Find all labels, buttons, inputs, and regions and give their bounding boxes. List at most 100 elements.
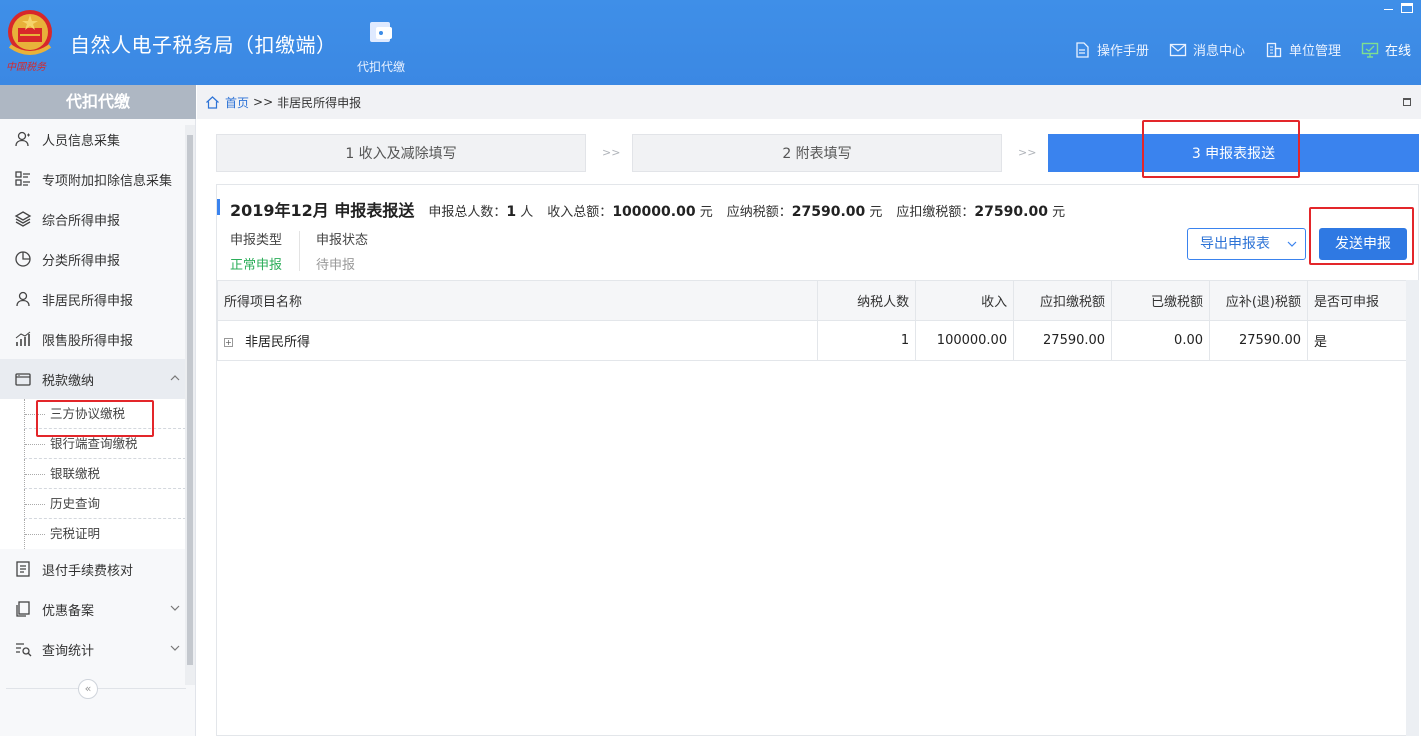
sidebar-item-special-deduction[interactable]: 专项附加扣除信息采集 bbox=[0, 159, 186, 199]
report-type-value: 正常申报 bbox=[230, 258, 283, 273]
sidebar-subitem-label: 历史查询 bbox=[50, 496, 101, 511]
person-icon bbox=[15, 131, 30, 147]
sidebar-subitem-label: 银行端查询缴税 bbox=[50, 436, 138, 451]
bar-chart-icon bbox=[15, 331, 31, 346]
table-row[interactable]: + 非居民所得 1 100000.00 27590.00 0.00 27590.0… bbox=[216, 320, 1408, 361]
step-arrow: >> bbox=[1018, 146, 1037, 159]
chevron-up-icon bbox=[170, 375, 180, 381]
online-status[interactable]: 在线 bbox=[1361, 40, 1411, 59]
maximize-panel-icon[interactable] bbox=[1403, 98, 1411, 106]
tax-withheld-unit: 元 bbox=[1052, 205, 1066, 220]
sidebar-item-label: 综合所得申报 bbox=[42, 213, 121, 229]
manual-icon bbox=[1076, 41, 1089, 58]
total-people-label: 申报总人数： bbox=[428, 205, 507, 220]
sidebar-item-tax-payment[interactable]: 税款缴纳 bbox=[0, 359, 186, 399]
table-cell: + 非居民所得 bbox=[216, 320, 819, 361]
mail-icon bbox=[1169, 43, 1187, 56]
tax-payable-unit: 元 bbox=[869, 205, 883, 220]
sidebar-item-classified-income[interactable]: 分类所得申报 bbox=[0, 239, 186, 279]
message-center-label: 消息中心 bbox=[1192, 44, 1245, 59]
send-report-button[interactable]: 发送申报 bbox=[1319, 228, 1407, 260]
sidebar-subitem-unionpay-payment[interactable]: 银联缴税 bbox=[0, 459, 186, 489]
person-icon bbox=[16, 291, 30, 307]
copy-icon bbox=[16, 601, 30, 617]
sidebar-item-label: 分类所得申报 bbox=[42, 253, 121, 269]
sidebar-subitem-tripartite-payment[interactable]: 三方协议缴税 bbox=[0, 399, 186, 429]
income-item-name: 非居民所得 bbox=[245, 335, 311, 350]
document-icon bbox=[16, 561, 30, 577]
sidebar-item-label: 查询统计 bbox=[42, 643, 95, 659]
sidebar-scrollbar[interactable] bbox=[185, 125, 195, 685]
chevron-down-icon bbox=[170, 645, 180, 651]
tax-payable-value: 27590.00 bbox=[791, 204, 866, 220]
table-cell: 1 bbox=[817, 320, 917, 361]
sidebar-subitem-bank-query-payment[interactable]: 银行端查询缴税 bbox=[0, 429, 186, 459]
column-header[interactable]: 所得项目名称 bbox=[216, 280, 819, 321]
building-icon bbox=[1266, 42, 1282, 57]
income-value: 100000.00 bbox=[612, 204, 696, 220]
table-cell: 27590.00 bbox=[1013, 320, 1113, 361]
collapse-sidebar-button[interactable]: « bbox=[78, 679, 98, 699]
column-header[interactable]: 应补(退)税额 bbox=[1209, 280, 1308, 321]
unit-management-link[interactable]: 单位管理 bbox=[1265, 40, 1341, 59]
column-header[interactable]: 是否可申报 bbox=[1306, 280, 1408, 321]
report-table: 所得项目名称 纳税人数 收入 应扣缴税额 已缴税额 应补(退)税额 是否可申报 … bbox=[216, 280, 1408, 361]
pie-icon bbox=[15, 251, 31, 267]
sidebar-item-label: 人员信息采集 bbox=[42, 133, 121, 149]
column-header[interactable]: 应扣缴税额 bbox=[1013, 280, 1113, 321]
report-panel: 2019年12月 申报表报送 申报总人数：1 人 收入总额：100000.00 … bbox=[216, 184, 1419, 736]
search-list-icon bbox=[16, 643, 32, 657]
breadcrumb: 首页 >> 非居民所得申报 bbox=[197, 85, 1421, 119]
message-center-link[interactable]: 消息中心 bbox=[1169, 40, 1245, 59]
step-submit-report[interactable]: 3 申报表报送 bbox=[1048, 134, 1419, 172]
expand-row-toggle[interactable]: + bbox=[224, 338, 233, 347]
sidebar-item-restricted-stock[interactable]: 限售股所得申报 bbox=[0, 319, 186, 359]
wallet-icon bbox=[370, 22, 392, 42]
sidebar-item-query-statistics[interactable]: 查询统计 bbox=[0, 629, 186, 669]
sidebar-item-person-info[interactable]: 人员信息采集 bbox=[0, 119, 186, 159]
sidebar-item-label: 税款缴纳 bbox=[42, 373, 95, 389]
sidebar-item-label: 限售股所得申报 bbox=[42, 333, 134, 349]
report-summary: 2019年12月 申报表报送 申报总人数：1 人 收入总额：100000.00 … bbox=[217, 197, 1066, 220]
sidebar: 代扣代缴 人员信息采集 专项附加扣除信息采集 综合所得申报 分类所得申报 非居民… bbox=[0, 85, 196, 736]
table-cell: 100000.00 bbox=[915, 320, 1015, 361]
total-people-value: 1 bbox=[506, 204, 517, 220]
monitor-icon bbox=[1361, 42, 1379, 58]
column-header[interactable]: 已缴税额 bbox=[1111, 280, 1210, 321]
maximize-button[interactable] bbox=[1401, 3, 1413, 13]
income-unit: 元 bbox=[699, 205, 713, 220]
sidebar-subitem-history-query[interactable]: 历史查询 bbox=[0, 489, 186, 519]
column-header[interactable]: 收入 bbox=[915, 280, 1015, 321]
sidebar-item-label: 专项附加扣除信息采集 bbox=[42, 173, 173, 189]
step-attachment[interactable]: 2 附表填写 bbox=[632, 134, 1002, 172]
manual-link[interactable]: 操作手册 bbox=[1073, 40, 1149, 59]
title-accent-bar bbox=[217, 199, 220, 215]
chevron-down-icon bbox=[170, 605, 180, 611]
breadcrumb-home-link[interactable]: 首页 bbox=[225, 94, 249, 111]
sidebar-item-nonresident-income[interactable]: 非居民所得申报 bbox=[0, 279, 186, 319]
table-cell: 是 bbox=[1306, 320, 1408, 361]
sidebar-item-label: 优惠备案 bbox=[42, 603, 95, 619]
step-income-deduction[interactable]: 1 收入及减除填写 bbox=[216, 134, 586, 172]
table-scrollbar[interactable] bbox=[1406, 280, 1419, 736]
top-nav-withholding[interactable]: 代扣代缴 bbox=[350, 18, 412, 78]
report-title: 2019年12月 申报表报送 bbox=[230, 201, 415, 220]
report-type-label: 申报类型 bbox=[230, 233, 283, 248]
sidebar-subitem-label: 完税证明 bbox=[50, 526, 101, 541]
export-report-label: 导出申报表 bbox=[1200, 236, 1270, 252]
home-icon bbox=[206, 95, 219, 109]
export-report-button[interactable]: 导出申报表 bbox=[1187, 228, 1306, 260]
scrollbar-thumb[interactable] bbox=[187, 135, 193, 665]
sidebar-item-preference-filing[interactable]: 优惠备案 bbox=[0, 589, 186, 629]
unit-management-label: 单位管理 bbox=[1288, 44, 1341, 59]
header-links: 操作手册 消息中心 单位管理 在线 bbox=[1073, 40, 1411, 59]
column-header[interactable]: 纳税人数 bbox=[817, 280, 917, 321]
sidebar-item-comprehensive-income[interactable]: 综合所得申报 bbox=[0, 199, 186, 239]
sidebar-subitem-tax-certificate[interactable]: 完税证明 bbox=[0, 519, 186, 549]
income-stat: 收入总额：100000.00 元 bbox=[547, 201, 712, 220]
total-people-stat: 申报总人数：1 人 bbox=[428, 201, 533, 220]
minimize-button[interactable] bbox=[1384, 9, 1393, 10]
sidebar-item-refund-fee-check[interactable]: 退付手续费核对 bbox=[0, 549, 186, 589]
sidebar-subitem-label: 银联缴税 bbox=[50, 466, 101, 481]
app-title: 自然人电子税务局（扣缴端） bbox=[70, 33, 337, 57]
